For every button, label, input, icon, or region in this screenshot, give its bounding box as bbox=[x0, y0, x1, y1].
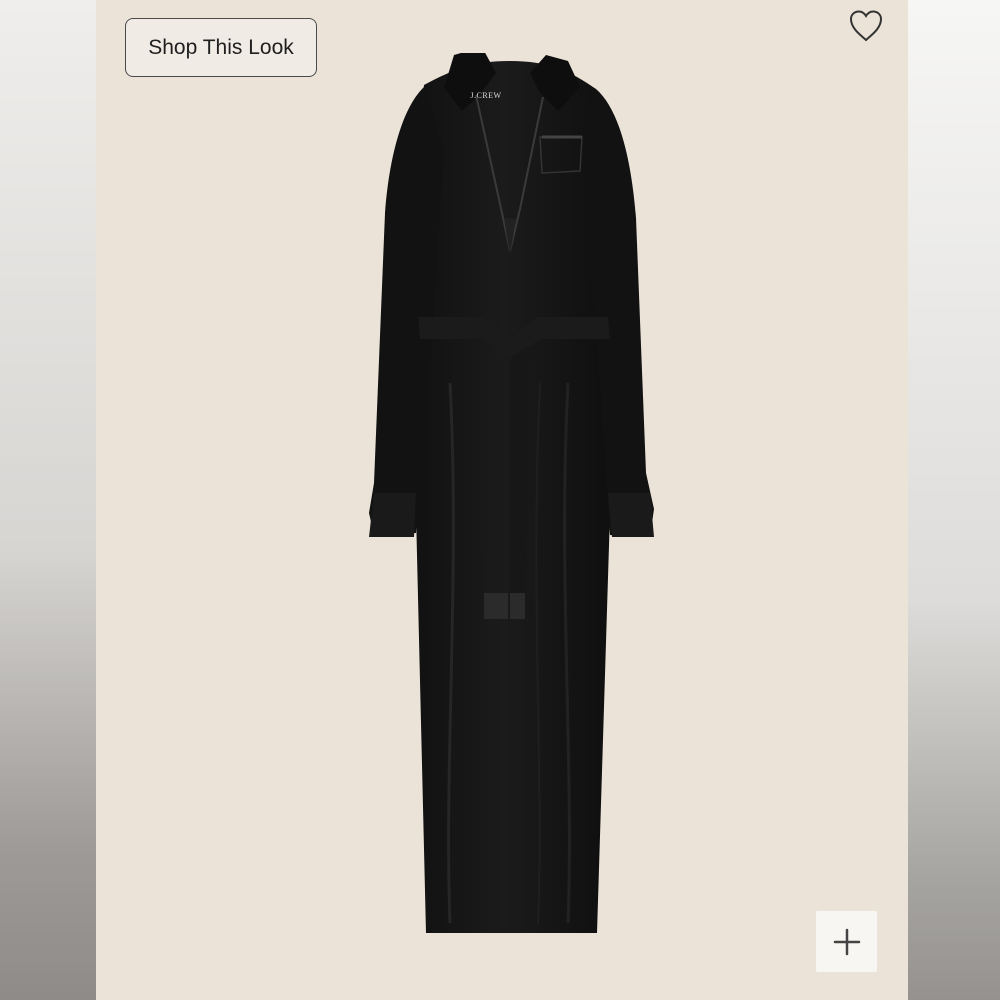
right-side-background bbox=[908, 0, 1000, 1000]
brand-label: J.CREW bbox=[470, 90, 502, 100]
dress-image bbox=[369, 53, 654, 933]
add-button[interactable] bbox=[816, 911, 877, 972]
plus-icon bbox=[833, 928, 860, 955]
shop-this-look-button[interactable]: Shop This Look bbox=[125, 18, 317, 77]
heart-icon[interactable] bbox=[846, 6, 886, 46]
left-side-background bbox=[0, 0, 96, 1000]
product-image-frame: Shop This Look J.CREW bbox=[96, 0, 908, 1000]
